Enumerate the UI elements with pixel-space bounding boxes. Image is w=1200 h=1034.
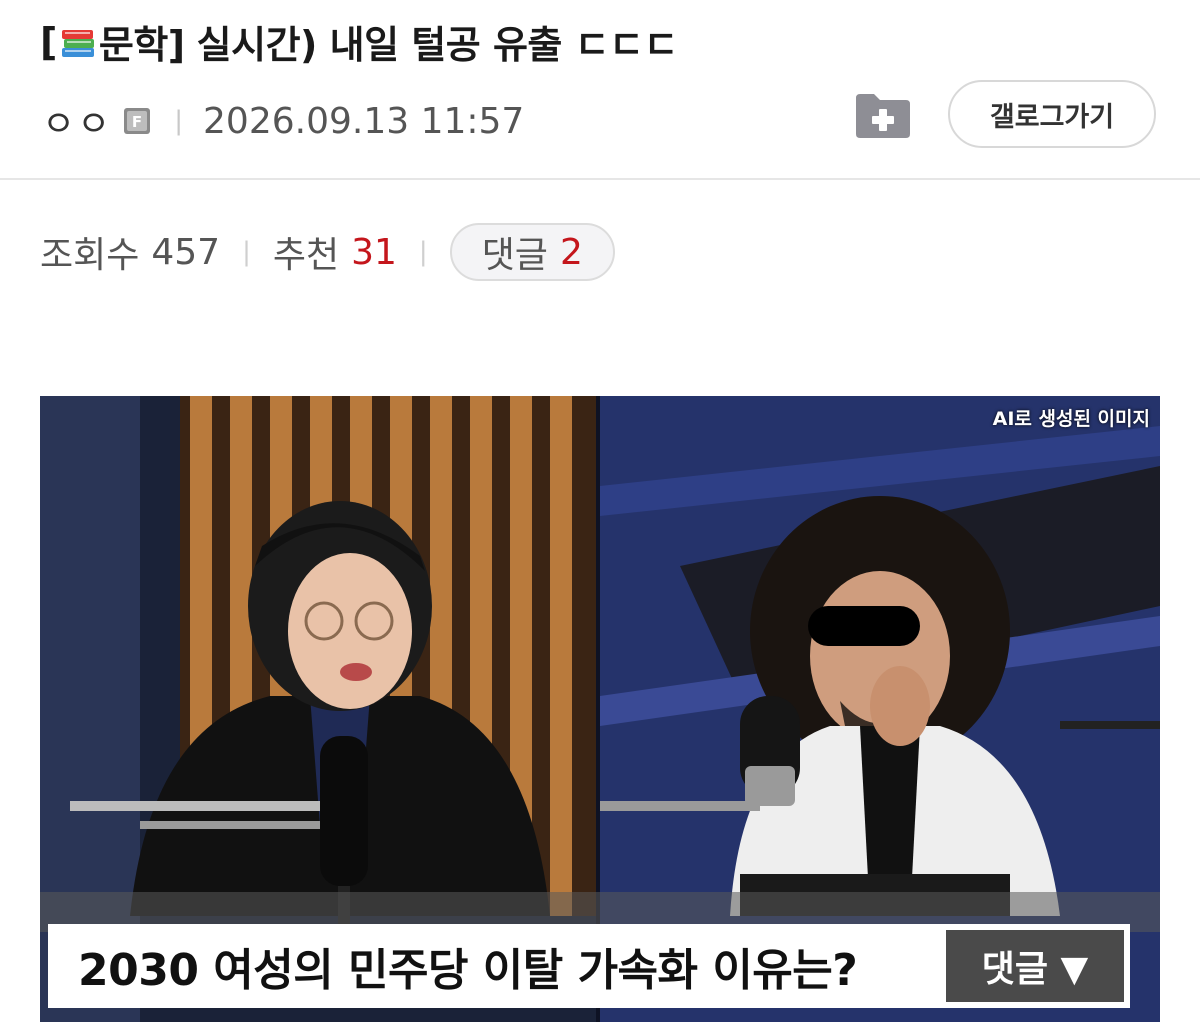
gallog-button[interactable]: 갤로그가기: [948, 80, 1156, 148]
post-stats: 조회수 457 | 추천 31 | 댓글 2: [40, 222, 615, 282]
recommend-count: 31: [351, 231, 397, 273]
views-label: 조회수: [40, 235, 140, 276]
books-icon: [61, 29, 94, 57]
comments-count: 2: [559, 231, 583, 273]
recommend-label: 추천: [272, 235, 340, 276]
fixed-nick-icon: F: [124, 108, 151, 134]
post-meta: ㅇㅇ F | 2026.09.13 11:57: [42, 96, 524, 146]
post-title: [ 문학] 실시간) 내일 털공 유출 ㄷㄷㄷ: [40, 14, 678, 69]
folder-add-button[interactable]: [852, 90, 914, 142]
image-caption-bar: 2030 여성의 민주당 이탈 가속화 이유는? 댓글 ▼: [48, 924, 1130, 1008]
post-date: 2026.09.13 11:57: [203, 100, 525, 142]
header-divider: [0, 178, 1200, 180]
views-count: 457: [151, 231, 221, 273]
folder-add-icon: [856, 94, 910, 138]
post-title-text: 실시간) 내일 털공 유출 ㄷㄷㄷ: [196, 23, 679, 67]
meta-separator: |: [174, 106, 184, 136]
post-category: 문학]: [98, 23, 185, 67]
image-caption: 2030 여성의 민주당 이탈 가속화 이유는?: [78, 945, 858, 996]
category-bracket: [: [40, 19, 57, 64]
stats-separator: |: [242, 237, 251, 267]
post-image: AI로 생성된 이미지 2030 여성의 민주당 이탈 가속화 이유는? 댓글 …: [40, 396, 1160, 1022]
stats-separator: |: [418, 237, 428, 267]
comments-label: 댓글: [481, 235, 548, 276]
svg-text:F: F: [132, 113, 142, 131]
author-nickname[interactable]: ㅇㅇ: [42, 95, 112, 147]
comments-button[interactable]: 댓글 2: [449, 223, 615, 281]
caption-comment-button: 댓글 ▼: [946, 930, 1124, 1002]
ai-generated-label: AI로 생성된 이미지: [992, 408, 1150, 430]
